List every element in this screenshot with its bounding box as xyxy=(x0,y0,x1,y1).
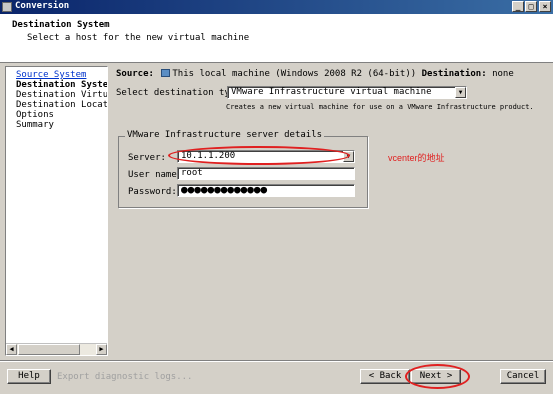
password-field[interactable]: ●●●●●●●●●●●●● xyxy=(177,184,355,197)
footer-separator xyxy=(0,360,553,362)
username-field[interactable]: root xyxy=(177,167,355,180)
annotation-ellipse-next xyxy=(405,364,470,389)
cancel-button[interactable]: Cancel xyxy=(500,369,546,384)
page-title: Destination System xyxy=(12,20,110,30)
nav-item-source-system[interactable]: Source System xyxy=(16,70,86,80)
destination-label: Destination: xyxy=(421,69,487,79)
source-summary: Source: This local machine (Windows 2008… xyxy=(116,69,514,79)
close-button[interactable]: × xyxy=(539,1,551,12)
server-details-legend: VMware Infrastructure server details xyxy=(125,130,325,140)
nav-item-destination-virtual-machine: Destination Virtual M xyxy=(16,90,108,100)
nav-item-destination-system: Destination System xyxy=(16,80,108,90)
main-panel: Source: This local machine (Windows 2008… xyxy=(112,66,548,356)
server-label: Server: xyxy=(128,153,166,163)
wizard-steps-panel: Source System Destination System Destina… xyxy=(5,66,108,356)
password-mask: ●●●●●●●●●●●●● xyxy=(181,184,268,196)
back-button[interactable]: < Back xyxy=(360,369,410,384)
maximize-button[interactable]: □ xyxy=(525,1,537,12)
annotation-vcenter-address: vcenter的地址 xyxy=(388,153,445,163)
help-button[interactable]: Help xyxy=(7,369,51,384)
password-label: Password: xyxy=(128,187,177,197)
export-diagnostic-logs-link: Export diagnostic logs... xyxy=(57,372,193,382)
destination-value: none xyxy=(492,69,514,79)
minimize-button[interactable]: _ xyxy=(512,1,524,12)
nav-horizontal-scrollbar[interactable]: ◀ ▶ xyxy=(6,343,107,355)
scroll-thumb[interactable] xyxy=(18,344,80,355)
title-bar: Conversion _ □ × xyxy=(0,0,553,14)
username-label: User name: xyxy=(128,170,183,180)
dest-type-select[interactable]: VMware Infrastructure virtual machine ▼ xyxy=(227,86,467,99)
wizard-header: Destination System Select a host for the… xyxy=(0,14,553,63)
nav-item-options: Options xyxy=(16,110,54,120)
dest-type-value: VMware Infrastructure virtual machine xyxy=(231,87,432,97)
nav-item-summary: Summary xyxy=(16,120,54,130)
chevron-down-icon[interactable]: ▼ xyxy=(455,87,466,98)
dest-type-description: Creates a new virtual machine for use on… xyxy=(226,103,534,111)
computer-icon xyxy=(161,69,171,77)
nav-item-destination-location: Destination Location xyxy=(16,100,108,110)
scroll-right-icon[interactable]: ▶ xyxy=(96,344,107,355)
source-value: This local machine (Windows 2008 R2 (64-… xyxy=(172,69,417,79)
window-title: Conversion xyxy=(15,1,70,11)
page-subtitle: Select a host for the new virtual machin… xyxy=(27,33,250,43)
username-value: root xyxy=(181,168,203,178)
source-label: Source: xyxy=(116,69,154,79)
app-icon xyxy=(2,2,12,12)
scroll-left-icon[interactable]: ◀ xyxy=(6,344,17,355)
annotation-ellipse-server xyxy=(168,146,350,165)
